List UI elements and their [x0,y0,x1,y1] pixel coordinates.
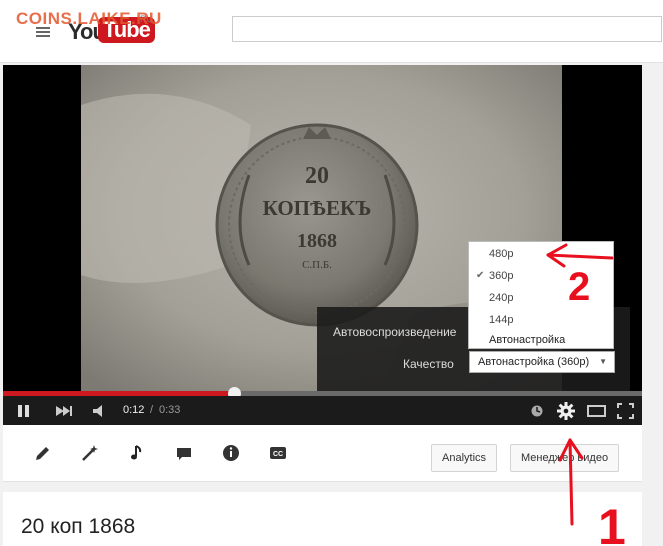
quality-options-list: 480р ✔ 360р 240р 144р Автонастройка [468,241,614,349]
volume-icon[interactable] [92,404,108,418]
quality-option-360p[interactable]: 360р [489,270,513,282]
time-separator: / [150,404,154,416]
quality-select[interactable]: Автонастройка (360р) ▼ [469,351,615,373]
site-watermark: COINS.LAIKE.RU [16,9,162,28]
time-total: 0:33 [159,404,181,416]
coin-year: 1868 [297,230,337,252]
coin-mint: С.П.Б. [302,259,332,271]
video-info-panel: 20 коп 1868 [3,492,642,546]
info-icon[interactable] [221,443,241,463]
music-note-icon[interactable] [127,443,147,463]
quality-option-240p[interactable]: 240р [489,292,513,304]
magic-wand-icon[interactable] [80,443,100,463]
checkmark-icon: ✔ [476,270,485,281]
theater-mode-icon[interactable] [587,405,607,418]
dropdown-arrow-icon: ▼ [599,357,607,366]
video-title: 20 коп 1868 [21,515,136,538]
gear-icon[interactable] [557,402,575,420]
quality-option-auto[interactable]: Автонастройка [489,334,565,346]
quality-label: Качество [403,357,454,371]
quality-option-480p[interactable]: 480р [489,248,513,260]
player-controls: 0:12 / 0:33 [3,396,642,425]
coin-denomination: КОПѢЕКЪ [263,196,372,220]
search-input[interactable] [232,16,662,42]
comment-icon[interactable] [174,443,194,463]
time-current: 0:12 [123,404,145,416]
pencil-icon[interactable] [33,443,53,463]
pause-icon[interactable] [17,404,31,418]
video-edit-toolbar: CC Analytics Менеджер видео [3,425,642,482]
video-player[interactable]: 20 КОПѢЕКЪ 1868 С.П.Б. Автовоспроизведен… [3,65,642,425]
cc-icon[interactable]: CC [268,443,288,463]
watch-later-icon[interactable] [530,404,544,418]
video-manager-button[interactable]: Менеджер видео [510,444,620,472]
quality-option-144p[interactable]: 144р [489,314,513,326]
next-icon[interactable] [55,405,73,417]
coin-value: 20 [305,163,329,189]
svg-text:CC: CC [273,451,283,458]
autoplay-label[interactable]: Автовоспроизведение [333,325,456,339]
analytics-button[interactable]: Analytics [431,444,498,472]
fullscreen-icon[interactable] [617,403,634,419]
